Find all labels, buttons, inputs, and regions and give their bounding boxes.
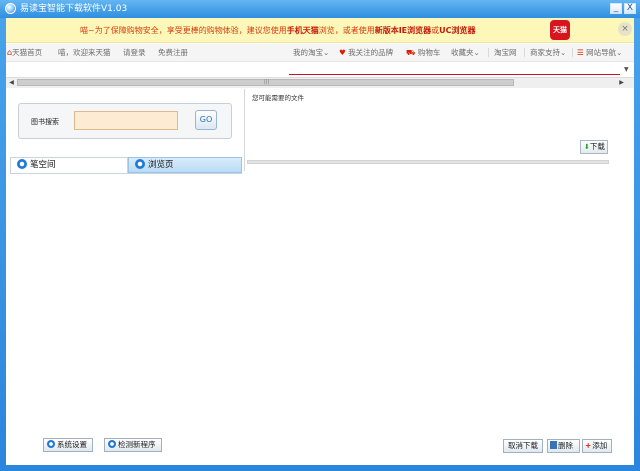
heart-icon: ♥ bbox=[339, 48, 346, 57]
chevron-down-icon: ⌄ bbox=[560, 48, 567, 57]
nav-greeting: 喵，欢迎来天猫 bbox=[58, 48, 111, 57]
delete-button[interactable]: 删除 bbox=[547, 439, 580, 453]
download-label: 下载 bbox=[589, 142, 605, 151]
title-bar: 易读宝智能下载软件V1.03 _ X bbox=[0, 0, 640, 18]
nav-divider bbox=[572, 48, 573, 57]
add-label: 添加 bbox=[592, 441, 608, 450]
tab-strip: 笔空间 浏览页 bbox=[10, 157, 242, 173]
nav-divider bbox=[488, 48, 489, 57]
promo-text-prefix: 喵~为了保障购物安全，享受更棒的购物体验，建议您使用 bbox=[80, 26, 287, 35]
download-button[interactable]: ⬇下载 bbox=[580, 140, 608, 154]
book-search-panel: 图书搜索 GO bbox=[18, 103, 232, 139]
nav-my-taobao[interactable]: 我的淘宝⌄ bbox=[293, 47, 329, 58]
promo-text: 喵~为了保障购物安全，享受更棒的购物体验，建议您使用手机天猫浏览，或者使用新版本… bbox=[80, 25, 476, 36]
settings-icon bbox=[47, 440, 55, 448]
search-label: 图书搜索 bbox=[31, 118, 59, 126]
delete-label: 删除 bbox=[558, 441, 573, 450]
nav-brands[interactable]: ♥ 我关注的品牌 bbox=[339, 47, 393, 58]
scroll-left-arrow-icon[interactable]: ◀ bbox=[7, 78, 16, 88]
nav-cart-label: 购物车 bbox=[417, 48, 441, 57]
check-update-button[interactable]: 检测新程序 bbox=[104, 438, 162, 452]
nav-favorites-label: 收藏夹 bbox=[451, 48, 474, 57]
tmall-logo-icon: 天猫 bbox=[550, 20, 570, 40]
nav-register-link[interactable]: 免费注册 bbox=[158, 47, 188, 58]
trash-icon bbox=[550, 441, 557, 449]
check-update-label: 检测新程序 bbox=[118, 440, 156, 449]
add-button[interactable]: +添加 bbox=[582, 439, 612, 453]
horizontal-scrollbar[interactable]: ◀ ||| ▶ bbox=[6, 77, 634, 88]
file-list-header: 您可能需要的文件 bbox=[252, 94, 304, 102]
refresh-icon bbox=[108, 440, 116, 448]
promo-text-mid: 浏览，或者使用 bbox=[318, 26, 375, 35]
promo-text-or: 或 bbox=[431, 26, 440, 35]
app-logo-icon bbox=[5, 3, 16, 14]
scrollbar-grip-icon: ||| bbox=[264, 79, 270, 85]
nav-divider bbox=[524, 48, 525, 57]
book-search-input[interactable] bbox=[74, 111, 178, 130]
promo-close-icon[interactable]: × bbox=[618, 22, 632, 36]
plus-icon: + bbox=[585, 441, 592, 450]
promo-link-uc[interactable]: UC浏览器 bbox=[439, 26, 475, 35]
download-progress-bar bbox=[247, 160, 609, 164]
chevron-down-icon: ⌄ bbox=[473, 48, 480, 57]
window-title: 易读宝智能下载软件V1.03 bbox=[20, 4, 128, 14]
promo-link-mobile-tmall[interactable]: 手机天猫 bbox=[287, 26, 319, 35]
scroll-right-arrow-icon[interactable]: ▶ bbox=[617, 78, 626, 88]
scroll-down-arrow-icon[interactable]: ▼ bbox=[624, 66, 629, 73]
nav-home-label: 天猫首页 bbox=[12, 48, 43, 57]
close-button[interactable]: X bbox=[624, 3, 636, 14]
nav-cart[interactable]: ⛟ 购物车 bbox=[406, 47, 440, 58]
chevron-down-icon: ⌄ bbox=[323, 48, 330, 57]
promo-link-ie[interactable]: 新版本IE浏览器 bbox=[375, 26, 431, 35]
nav-sitenav-label: 网站导航 bbox=[586, 48, 617, 57]
nav-brands-label: 我关注的品牌 bbox=[348, 48, 394, 57]
tab-divider bbox=[10, 173, 242, 174]
nav-favorites[interactable]: 收藏夹⌄ bbox=[451, 47, 480, 58]
cart-icon: ⛟ bbox=[406, 48, 416, 57]
embedded-browser: 喵~为了保障购物安全，享受更棒的购物体验，建议您使用手机天猫浏览，或者使用新版本… bbox=[6, 18, 634, 89]
app-window: 易读宝智能下载软件V1.03 _ X 喵~为了保障购物安全，享受更棒的购物体验，… bbox=[0, 0, 640, 471]
settings-button[interactable]: 系统设置 bbox=[43, 438, 93, 452]
nav-sitenav[interactable]: ☰ 网站导航⌄ bbox=[577, 47, 622, 58]
tab-browse[interactable]: 浏览页 bbox=[128, 157, 242, 173]
browser-content: ▼ bbox=[6, 62, 634, 77]
menu-icon: ☰ bbox=[577, 48, 584, 57]
main-panel: 图书搜索 GO 您可能需要的文件 ⬇下载 笔空间 浏览页 系统设置 检测新程序 … bbox=[6, 89, 634, 465]
file-panel: 您可能需要的文件 ⬇下载 bbox=[244, 89, 634, 171]
nav-home[interactable]: ⌂天猫首页 bbox=[7, 47, 42, 58]
settings-label: 系统设置 bbox=[57, 440, 87, 449]
tab-circle-icon bbox=[17, 159, 27, 169]
header-red-rule bbox=[289, 74, 620, 75]
tab-notes-label: 笔空间 bbox=[30, 160, 56, 170]
nav-taobao-link[interactable]: 淘宝网 bbox=[494, 47, 517, 58]
tab-browse-label: 浏览页 bbox=[148, 160, 174, 170]
nav-my-taobao-label: 我的淘宝 bbox=[293, 48, 323, 57]
promo-banner: 喵~为了保障购物安全，享受更棒的购物体验，建议您使用手机天猫浏览，或者使用新版本… bbox=[6, 18, 634, 43]
panel-divider bbox=[244, 89, 245, 171]
chevron-down-icon: ⌄ bbox=[616, 48, 623, 57]
go-button[interactable]: GO bbox=[195, 110, 217, 130]
tab-circle-icon bbox=[135, 159, 145, 169]
minimize-button[interactable]: _ bbox=[610, 3, 622, 14]
nav-seller-label: 商家支持 bbox=[530, 48, 560, 57]
nav-seller[interactable]: 商家支持⌄ bbox=[530, 47, 566, 58]
cancel-download-button[interactable]: 取消下载 bbox=[503, 439, 543, 453]
nav-login-link[interactable]: 请登录 bbox=[123, 47, 146, 58]
tab-notes[interactable]: 笔空间 bbox=[10, 157, 128, 173]
tmall-navbar: ⌂天猫首页 喵，欢迎来天猫 请登录 免费注册 我的淘宝⌄ ♥ 我关注的品牌 ⛟ … bbox=[6, 44, 634, 62]
